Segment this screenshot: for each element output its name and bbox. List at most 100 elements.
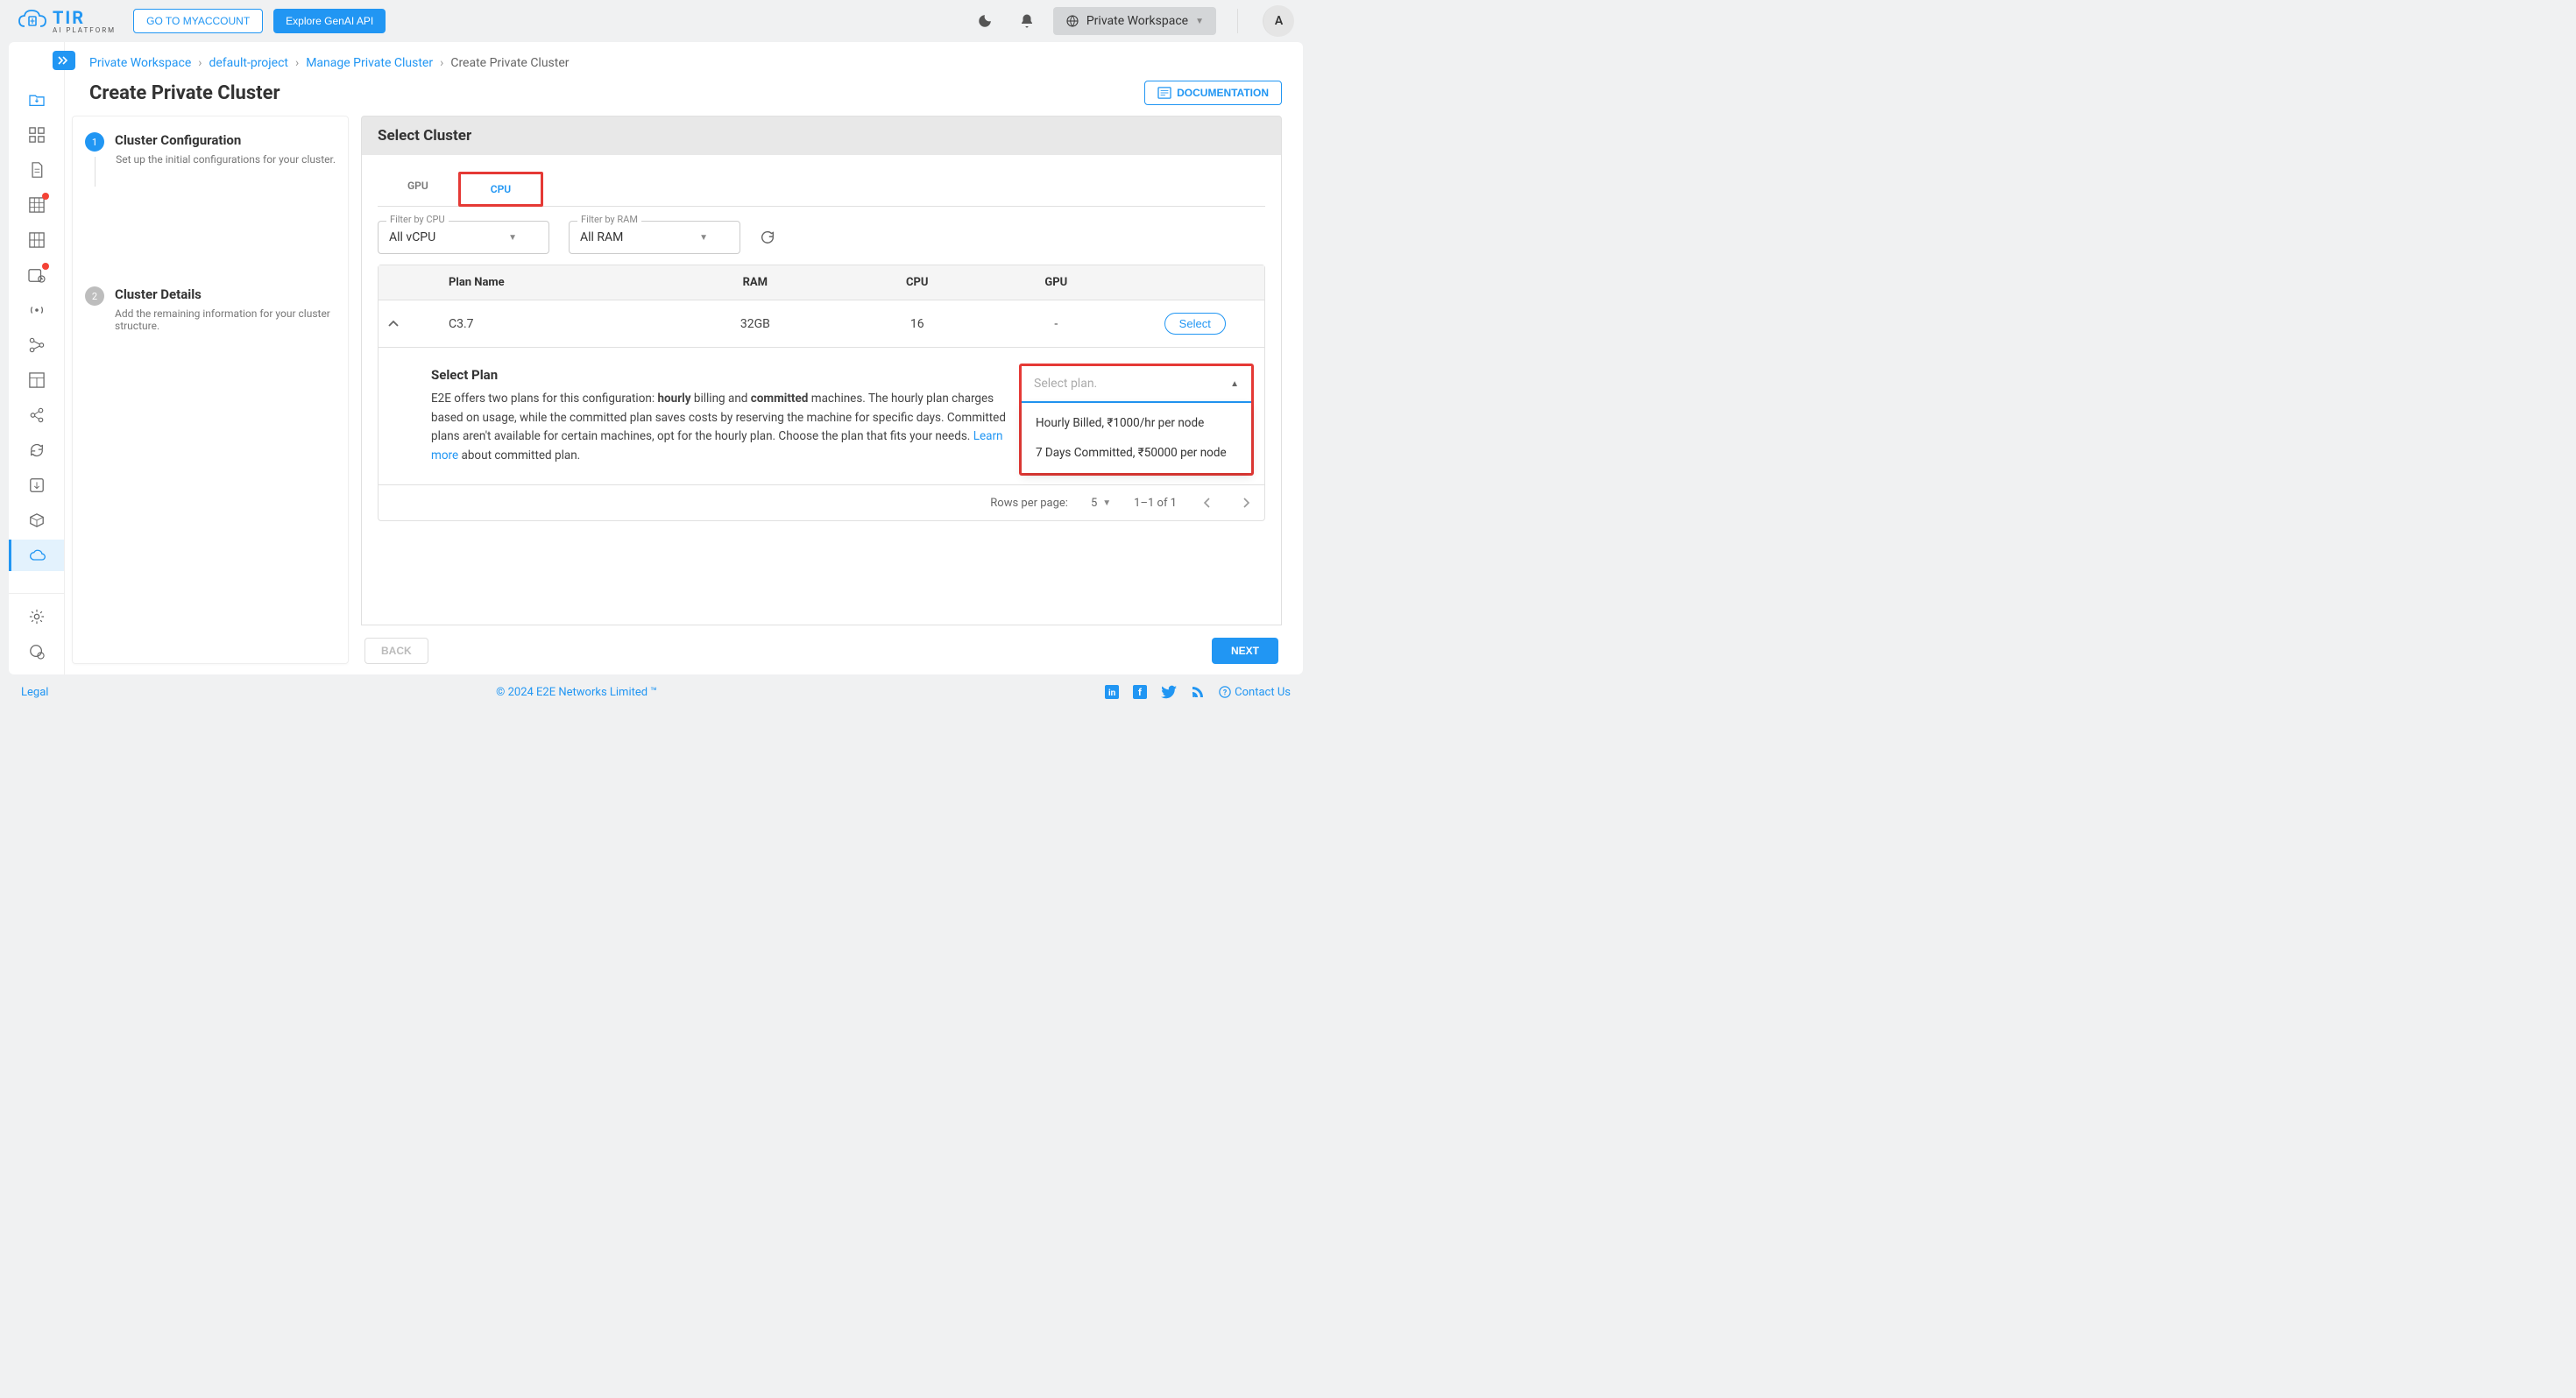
nav-item-sync[interactable]: [19, 434, 54, 466]
plan-expansion: Select Plan E2E offers two plans for thi…: [379, 348, 1264, 485]
nav-item-doc[interactable]: [19, 154, 54, 186]
facebook-icon[interactable]: f: [1133, 685, 1147, 699]
contact-us-link[interactable]: ? Contact Us: [1219, 686, 1291, 699]
cluster-pane: Select Cluster GPU CPU Filter by CPU All…: [361, 116, 1282, 664]
plan-dropdown: Select plan. ▲ Hourly Billed, ₹1000/hr p…: [1019, 364, 1254, 476]
page-footer: Legal © 2024 E2E Networks Limited ™ in f…: [0, 674, 1312, 706]
nav-item-settings[interactable]: [19, 601, 54, 632]
tab-gpu[interactable]: GPU: [378, 171, 458, 206]
filter-ram[interactable]: Filter by RAM All RAM ▼: [569, 221, 740, 254]
logo-text: TIR: [53, 9, 116, 26]
nav-item-share[interactable]: [19, 399, 54, 431]
avatar[interactable]: A: [1263, 5, 1294, 37]
refresh-icon[interactable]: [760, 229, 775, 245]
main-content: Private Workspace › default-project › Ma…: [65, 42, 1303, 674]
page-title: Create Private Cluster: [89, 82, 280, 104]
nav-item-globe-gear[interactable]: [19, 636, 54, 667]
bell-icon[interactable]: [1011, 5, 1043, 37]
filter-cpu[interactable]: Filter by CPU All vCPU ▼: [378, 221, 549, 254]
nav-item-dashboard[interactable]: [19, 119, 54, 151]
filter-cpu-value: All vCPU: [389, 230, 435, 244]
filter-ram-value: All RAM: [580, 230, 623, 244]
cell-ram: 32GB: [662, 305, 847, 343]
legal-link[interactable]: Legal: [21, 686, 48, 699]
rows-per-page-label: Rows per page:: [990, 497, 1068, 510]
chevron-down-icon: ▼: [1102, 498, 1111, 508]
prev-page-icon[interactable]: [1200, 494, 1215, 512]
nav-item-cube[interactable]: [19, 505, 54, 536]
stepper-card: 1 Cluster Configuration Set up the initi…: [72, 116, 349, 664]
filters-row: Filter by CPU All vCPU ▼ Filter by RAM A…: [378, 217, 1265, 254]
nav-item-grid-dot[interactable]: [19, 189, 54, 221]
back-button[interactable]: BACK: [364, 638, 428, 664]
tab-cpu[interactable]: CPU: [458, 172, 543, 207]
twitter-icon[interactable]: [1161, 685, 1177, 699]
breadcrumb-link[interactable]: default-project: [209, 56, 288, 70]
breadcrumb-current: Create Private Cluster: [450, 56, 569, 70]
col-ram: RAM: [662, 265, 847, 300]
step-2[interactable]: 2 Cluster Details Add the remaining info…: [85, 286, 336, 348]
nav-item-export[interactable]: [19, 470, 54, 501]
breadcrumb-link[interactable]: Private Workspace: [89, 56, 191, 70]
nav-item-import[interactable]: [19, 84, 54, 116]
cell-cpu: 16: [848, 305, 987, 343]
logo[interactable]: TIR AI PLATFORM: [18, 9, 116, 34]
cell-gpu: -: [987, 305, 1126, 343]
svg-text:?: ?: [1223, 689, 1228, 698]
step-title: Cluster Details: [115, 286, 336, 302]
nav-item-grid[interactable]: [19, 224, 54, 256]
next-page-icon[interactable]: [1238, 494, 1254, 512]
dark-mode-icon[interactable]: [969, 5, 1001, 37]
nav-item-broadcast[interactable]: [19, 294, 54, 326]
step-badge: 1: [85, 132, 104, 152]
next-button[interactable]: NEXT: [1212, 638, 1278, 664]
col-cpu: CPU: [848, 265, 987, 300]
rows-per-page-select[interactable]: 5 ▼: [1091, 497, 1111, 510]
plan-placeholder: Select plan.: [1034, 377, 1097, 391]
explore-genai-button[interactable]: Explore GenAI API: [273, 9, 386, 33]
svg-text:in: in: [1108, 688, 1116, 698]
nav-item-tree[interactable]: [19, 329, 54, 361]
table-header-row: Plan Name RAM CPU GPU: [379, 265, 1264, 300]
avatar-letter: A: [1275, 14, 1283, 28]
nav-item-table[interactable]: [19, 364, 54, 396]
logo-subtitle: AI PLATFORM: [53, 26, 116, 34]
plans-table: Plan Name RAM CPU GPU C3.7 32GB: [378, 265, 1265, 521]
chevron-down-icon: ▼: [699, 233, 708, 243]
chevron-up-icon: ▲: [1230, 379, 1239, 389]
main-frame: Private Workspace › default-project › Ma…: [9, 42, 1303, 674]
nav-item-cloud[interactable]: [9, 540, 64, 571]
cell-plan-name: C3.7: [431, 305, 662, 343]
documentation-button[interactable]: DOCUMENTATION: [1144, 81, 1282, 105]
col-plan-name: Plan Name: [431, 265, 662, 300]
breadcrumb-link[interactable]: Manage Private Cluster: [306, 56, 433, 70]
expand-row-icon[interactable]: [379, 307, 431, 341]
col-gpu: GPU: [987, 265, 1126, 300]
linkedin-icon[interactable]: in: [1105, 685, 1119, 699]
expand-sidebar-button[interactable]: [53, 51, 75, 70]
plan-options: Hourly Billed, ₹1000/hr per node 7 Days …: [1022, 403, 1251, 473]
rss-icon[interactable]: [1191, 685, 1205, 699]
pane-footer: BACK NEXT: [361, 625, 1282, 664]
step-desc: Add the remaining information for your c…: [115, 307, 336, 332]
select-plan-button[interactable]: Select: [1164, 313, 1226, 335]
step-1[interactable]: 1 Cluster Configuration Set up the initi…: [85, 132, 336, 181]
copyright: © 2024 E2E Networks Limited ™: [496, 686, 657, 699]
pagination: Rows per page: 5 ▼ 1–1 of 1: [379, 485, 1264, 520]
plan-option-committed[interactable]: 7 Days Committed, ₹50000 per node: [1022, 438, 1251, 468]
filter-ram-label: Filter by RAM: [577, 214, 641, 225]
pagination-range: 1–1 of 1: [1134, 497, 1177, 510]
filter-cpu-label: Filter by CPU: [386, 214, 449, 225]
plan-option-hourly[interactable]: Hourly Billed, ₹1000/hr per node: [1022, 408, 1251, 438]
cluster-tabs: GPU CPU: [378, 167, 1265, 207]
nav-item-schedule[interactable]: [19, 259, 54, 291]
documentation-label: DOCUMENTATION: [1177, 87, 1269, 99]
go-to-myaccount-button[interactable]: GO TO MYACCOUNT: [133, 9, 263, 33]
sidenav: [9, 42, 65, 674]
pane-header: Select Cluster: [361, 116, 1282, 155]
workspace-selector[interactable]: Private Workspace ▼: [1053, 7, 1216, 35]
workspace-label: Private Workspace: [1086, 14, 1188, 28]
select-plan-description: E2E offers two plans for this configurat…: [431, 390, 1027, 465]
plan-select-field[interactable]: Select plan. ▲: [1022, 366, 1251, 403]
chevron-down-icon: ▼: [508, 233, 517, 243]
